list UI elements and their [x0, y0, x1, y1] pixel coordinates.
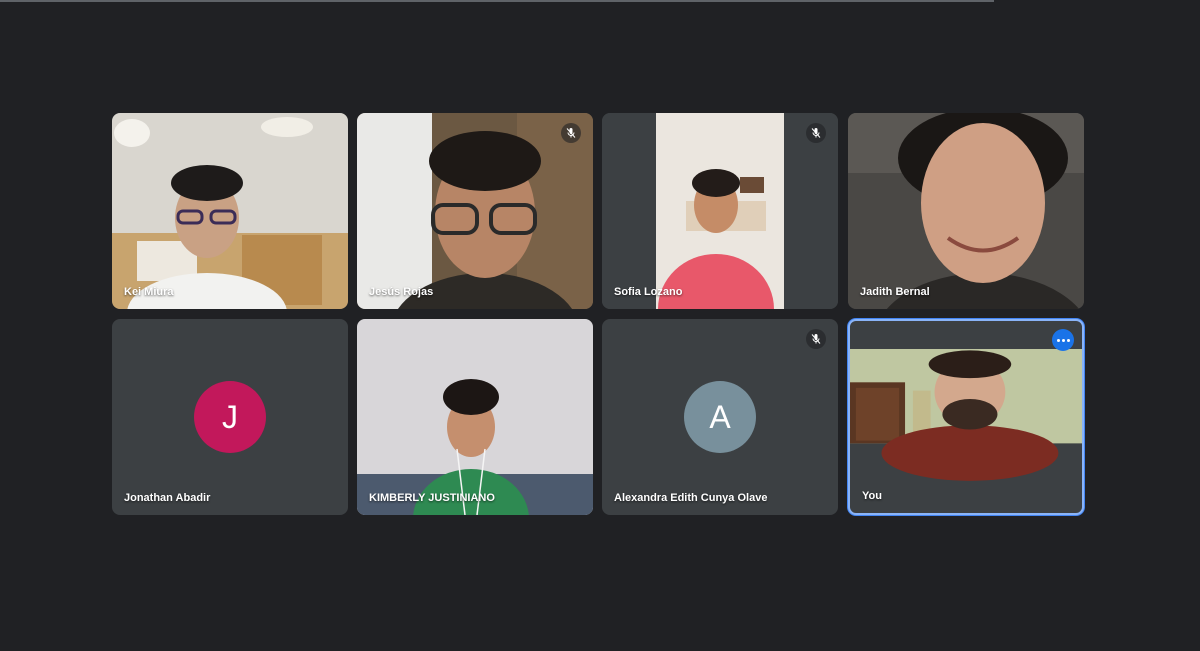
more-options-icon[interactable] — [1052, 329, 1074, 351]
avatar: J — [194, 381, 266, 453]
mic-off-icon — [806, 123, 826, 143]
participant-name: You — [862, 490, 882, 502]
participant-video — [602, 113, 838, 309]
mic-off-icon — [561, 123, 581, 143]
participant-tile[interactable]: Jadith Bernal — [848, 113, 1084, 309]
participant-name: Jesús Rojas — [369, 286, 434, 298]
participant-tile[interactable]: Jesús Rojas — [357, 113, 593, 309]
top-progress-bar — [0, 0, 994, 2]
participant-name: Alexandra Edith Cunya Olave — [614, 492, 768, 504]
participant-video — [357, 113, 593, 309]
self-video — [850, 349, 1082, 481]
participant-tile[interactable]: KIMBERLY JUSTINIANO — [357, 319, 593, 515]
participant-tile[interactable]: A Alexandra Edith Cunya Olave — [602, 319, 838, 515]
self-view-tile[interactable]: You — [848, 319, 1084, 515]
participant-grid: Kei Miura Jesús Rojas Sofia Lozano Jadit… — [112, 113, 1084, 515]
participant-video — [848, 113, 1084, 309]
participant-tile[interactable]: J Jonathan Abadir — [112, 319, 348, 515]
avatar: A — [684, 381, 756, 453]
participant-name: KIMBERLY JUSTINIANO — [369, 492, 495, 504]
participant-name: Sofia Lozano — [614, 286, 683, 298]
participant-name: Jonathan Abadir — [124, 492, 211, 504]
participant-name: Jadith Bernal — [860, 286, 930, 298]
mic-off-icon — [806, 329, 826, 349]
participant-tile[interactable]: Kei Miura — [112, 113, 348, 309]
participant-video — [112, 113, 348, 309]
participant-tile[interactable]: Sofia Lozano — [602, 113, 838, 309]
participant-name: Kei Miura — [124, 286, 174, 298]
participant-video — [357, 319, 593, 515]
